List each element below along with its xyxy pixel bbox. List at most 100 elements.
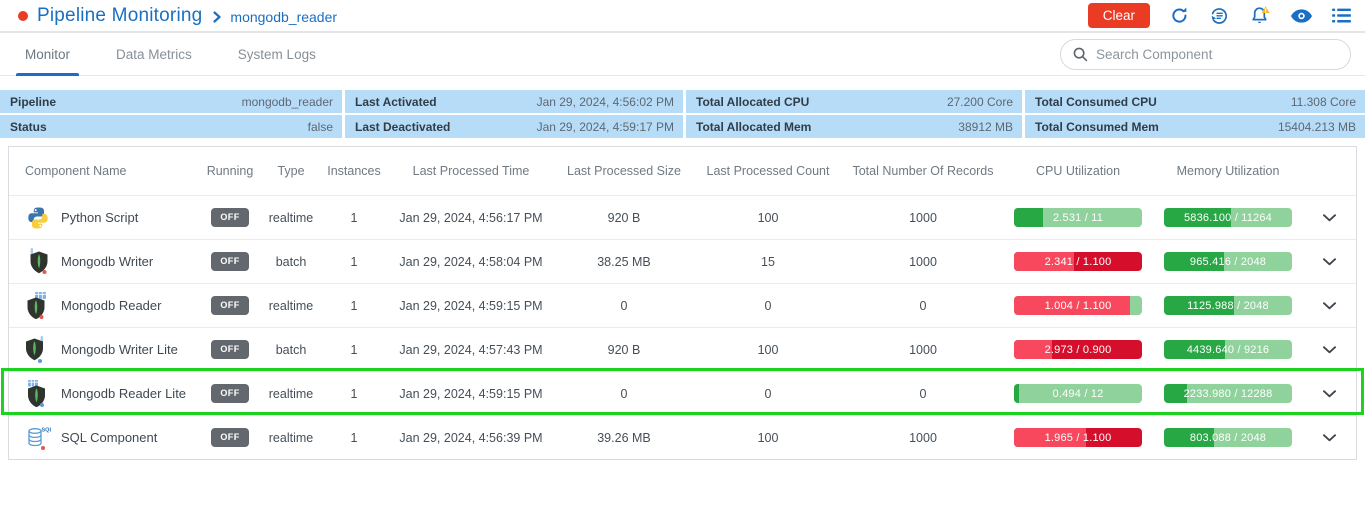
expand-row-chevron-down-icon[interactable] <box>1319 386 1340 402</box>
col-last-processed-time: Last Processed Time <box>387 164 555 178</box>
tab-monitor[interactable]: Monitor <box>16 33 79 75</box>
col-last-processed-count: Last Processed Count <box>693 164 843 178</box>
summary-last-deactivated: Last DeactivatedJan 29, 2024, 4:59:17 PM <box>345 115 683 138</box>
history-icon[interactable] <box>1209 6 1229 26</box>
pipeline-status-dot <box>18 11 28 21</box>
component-instances: 1 <box>321 255 387 269</box>
eye-icon[interactable] <box>1291 9 1312 23</box>
col-running: Running <box>199 164 261 178</box>
list-icon[interactable] <box>1332 8 1351 23</box>
total-records: 0 <box>843 387 1003 401</box>
last-processed-count: 100 <box>693 343 843 357</box>
component-instances: 1 <box>321 431 387 445</box>
tab-bar: Monitor Data Metrics System Logs <box>0 33 1365 76</box>
summary-total-allocated-mem: Total Allocated Mem38912 MB <box>686 115 1022 138</box>
svg-text:SQL: SQL <box>42 427 52 433</box>
mongodb-writer-lite-icon <box>25 336 51 363</box>
summary-total-allocated-cpu: Total Allocated CPU27.200 Core <box>686 90 1022 113</box>
total-records: 1000 <box>843 431 1003 445</box>
component-instances: 1 <box>321 211 387 225</box>
search-input[interactable] <box>1096 47 1338 62</box>
component-instances: 1 <box>321 343 387 357</box>
table-header-row: Component Name Running Type Instances La… <box>9 147 1356 195</box>
tab-system-logs[interactable]: System Logs <box>229 33 325 75</box>
component-name: Mongodb Writer Lite <box>61 342 178 357</box>
col-instances: Instances <box>321 164 387 178</box>
component-type: realtime <box>261 431 321 445</box>
page-title[interactable]: Pipeline Monitoring <box>37 5 202 27</box>
last-processed-time: Jan 29, 2024, 4:56:17 PM <box>387 211 555 225</box>
table-row[interactable]: Mongodb Writer Lite OFF batch 1 Jan 29, … <box>9 327 1356 371</box>
component-name: Mongodb Reader Lite <box>61 386 186 401</box>
total-records: 1000 <box>843 343 1003 357</box>
component-name: Mongodb Reader <box>61 298 161 313</box>
last-processed-count: 15 <box>693 255 843 269</box>
table-row[interactable]: Python Script OFF realtime 1 Jan 29, 202… <box>9 195 1356 239</box>
expand-row-chevron-down-icon[interactable] <box>1319 298 1340 314</box>
top-bar: Pipeline Monitoring mongodb_reader Clear <box>0 0 1365 33</box>
col-total-records: Total Number Of Records <box>843 164 1003 178</box>
last-processed-count: 100 <box>693 431 843 445</box>
python-icon <box>25 204 51 231</box>
summary-total-consumed-cpu: Total Consumed CPU11.308 Core <box>1025 90 1365 113</box>
last-processed-size: 0 <box>555 299 693 313</box>
running-status-badge: OFF <box>211 296 248 315</box>
table-row[interactable]: SQL SQL Component OFF realtime 1 Jan 29,… <box>9 415 1356 459</box>
total-records: 1000 <box>843 211 1003 225</box>
cpu-utilization-bar: 1.965 / 1.100 <box>1014 428 1142 447</box>
table-row[interactable]: Mongodb Reader Lite OFF realtime 1 Jan 2… <box>9 371 1356 415</box>
expand-row-chevron-down-icon[interactable] <box>1319 254 1340 270</box>
running-status-badge: OFF <box>211 252 248 271</box>
chevron-right-icon <box>212 11 222 23</box>
last-processed-size: 38.25 MB <box>555 255 693 269</box>
tab-data-metrics[interactable]: Data Metrics <box>107 33 201 75</box>
running-status-badge: OFF <box>211 340 248 359</box>
top-actions: Clear <box>1088 3 1351 28</box>
cpu-utilization-bar: 1.004 / 1.100 <box>1014 296 1142 315</box>
mongodb-writer-icon <box>25 248 51 275</box>
summary-pipeline: Pipelinemongodb_reader <box>0 90 342 113</box>
component-name: SQL Component <box>61 430 157 445</box>
expand-row-chevron-down-icon[interactable] <box>1319 210 1340 226</box>
component-instances: 1 <box>321 299 387 313</box>
refresh-icon[interactable] <box>1170 6 1189 25</box>
total-records: 1000 <box>843 255 1003 269</box>
memory-utilization-bar: 965.416 / 2048 <box>1164 252 1292 271</box>
pipeline-monitoring-page: Pipeline Monitoring mongodb_reader Clear <box>0 0 1365 506</box>
component-type: realtime <box>261 211 321 225</box>
cpu-utilization-bar: 2.531 / 11 <box>1014 208 1142 227</box>
sql-component-icon: SQL <box>25 424 51 451</box>
component-table: Component Name Running Type Instances La… <box>8 146 1357 460</box>
memory-utilization-bar: 4439.640 / 9216 <box>1164 340 1292 359</box>
summary-status: Statusfalse <box>0 115 342 138</box>
col-cpu-utilization: CPU Utilization <box>1003 164 1153 178</box>
table-row[interactable]: Mongodb Writer OFF batch 1 Jan 29, 2024,… <box>9 239 1356 283</box>
summary-total-consumed-mem: Total Consumed Mem15404.213 MB <box>1025 115 1365 138</box>
clear-button[interactable]: Clear <box>1088 3 1150 28</box>
expand-row-chevron-down-icon[interactable] <box>1319 342 1340 358</box>
table-row[interactable]: Mongodb Reader OFF realtime 1 Jan 29, 20… <box>9 283 1356 327</box>
last-processed-time: Jan 29, 2024, 4:59:15 PM <box>387 387 555 401</box>
component-instances: 1 <box>321 387 387 401</box>
cpu-utilization-bar: 2.973 / 0.900 <box>1014 340 1142 359</box>
search-icon <box>1073 47 1088 62</box>
last-processed-size: 920 B <box>555 211 693 225</box>
last-processed-size: 920 B <box>555 343 693 357</box>
last-processed-size: 39.26 MB <box>555 431 693 445</box>
expand-row-chevron-down-icon[interactable] <box>1319 430 1340 446</box>
total-records: 0 <box>843 299 1003 313</box>
mongodb-reader-icon <box>25 292 51 319</box>
col-memory-utilization: Memory Utilization <box>1153 164 1303 178</box>
last-processed-count: 100 <box>693 211 843 225</box>
memory-utilization-bar: 5836.100 / 11264 <box>1164 208 1292 227</box>
last-processed-size: 0 <box>555 387 693 401</box>
last-processed-count: 0 <box>693 299 843 313</box>
cpu-utilization-bar: 2.341 / 1.100 <box>1014 252 1142 271</box>
cpu-utilization-bar: 0.494 / 12 <box>1014 384 1142 403</box>
col-type: Type <box>261 164 321 178</box>
notification-icon[interactable] <box>1249 5 1271 26</box>
search-box <box>1060 39 1351 70</box>
last-processed-time: Jan 29, 2024, 4:57:43 PM <box>387 343 555 357</box>
component-type: realtime <box>261 299 321 313</box>
memory-utilization-bar: 1125.988 / 2048 <box>1164 296 1292 315</box>
